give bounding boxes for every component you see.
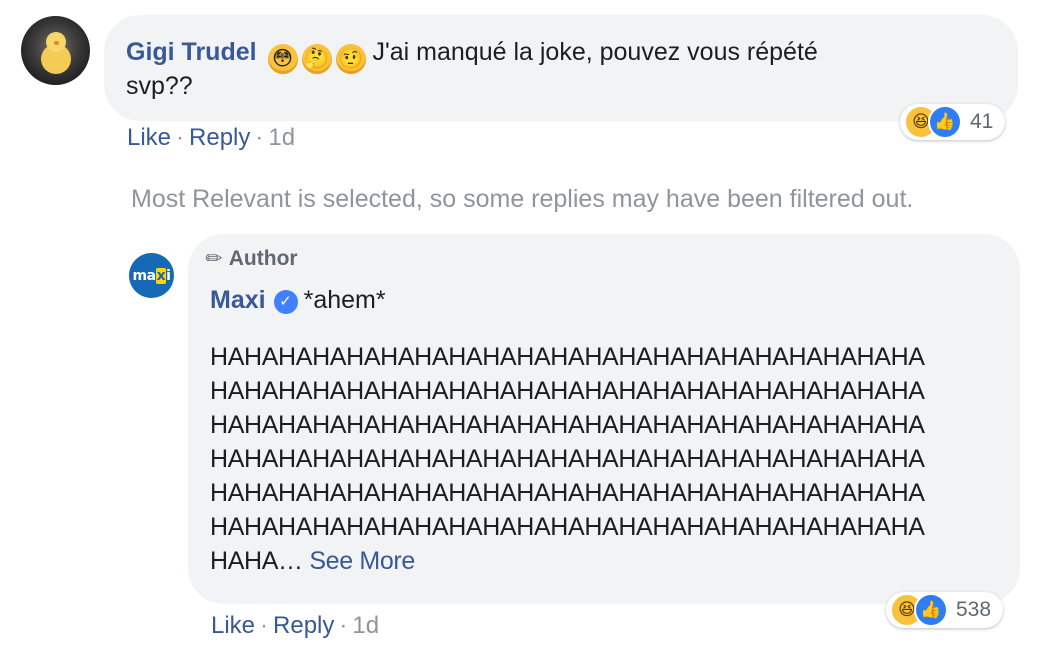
reply-timestamp[interactable]: 1d xyxy=(352,612,379,639)
reaction-count: 41 xyxy=(970,110,994,133)
author-badge-label: Author xyxy=(228,247,298,270)
reaction-count: 538 xyxy=(956,598,992,621)
thinking-face-icon: 🤔 xyxy=(301,44,332,74)
reply-actions: Like · Reply · 1d xyxy=(211,612,379,640)
separator-dot: · xyxy=(176,124,185,151)
comment-timestamp[interactable]: 1d xyxy=(268,124,295,151)
commenter-name[interactable]: Gigi Trudel xyxy=(126,38,257,66)
comment-actions: Like · Reply · 1d xyxy=(127,124,295,152)
reply-body-line: HAHAHAHAHAHAHAHAHAHAHAHAHAHAHAHAHAHAHAHA… xyxy=(210,445,925,473)
filter-notice: Most Relevant is selected, so some repli… xyxy=(131,185,914,213)
comment-text-continued: svp?? xyxy=(126,72,193,100)
like-icon: 👍 xyxy=(928,105,962,139)
like-link[interactable]: Like xyxy=(127,124,171,151)
see-more-link[interactable]: See More xyxy=(309,547,415,575)
reply-body-line: HAHAHAHAHAHAHAHAHAHAHAHAHAHAHAHAHAHAHAHA… xyxy=(210,513,925,541)
reply-header: Maxi ✓ *ahem* xyxy=(210,286,386,315)
reply-body-line: HAHAHAHAHAHAHAHAHAHAHAHAHAHAHAHAHAHAHAHA… xyxy=(210,479,925,507)
page-avatar[interactable]: maxi xyxy=(129,253,174,298)
chick-beak xyxy=(54,41,59,45)
separator-dot: · xyxy=(339,612,348,639)
reply-header-text: *ahem* xyxy=(303,286,386,314)
reply-body-truncated: HAHA… xyxy=(210,547,303,575)
verified-badge-icon: ✓ xyxy=(273,290,298,314)
reply-reactions[interactable]: 😆 👍 538 xyxy=(886,592,1004,628)
comment-bubble: Gigi Trudel 😳 🤔 🤨 J'ai manqué la joke, pou… xyxy=(104,15,1018,121)
maxi-logo: maxi xyxy=(132,267,171,284)
comment-first-line: Gigi Trudel 😳 🤔 🤨 J'ai manqué la joke, pou… xyxy=(126,36,818,74)
comment-reactions[interactable]: 😆 👍 41 xyxy=(900,104,1006,140)
reply-body-last-line: HAHA… See More xyxy=(210,544,925,578)
author-badge: ✎Author xyxy=(201,245,298,272)
reply-body-line: HAHAHAHAHAHAHAHAHAHAHAHAHAHAHAHAHAHAHAHA… xyxy=(210,343,925,371)
separator-dot: · xyxy=(260,612,269,639)
reply-bubble: ✎Author Maxi ✓ *ahem* HAHAHAHAHAHAHAHAHAHA… xyxy=(188,234,1020,604)
pencil-icon: ✎ xyxy=(201,245,229,273)
reply-body-line: HAHAHAHAHAHAHAHAHAHAHAHAHAHAHAHAHAHAHAHA… xyxy=(210,411,925,439)
separator-dot: · xyxy=(255,124,264,151)
comment-text: J'ai manqué la joke, pouvez vous répété xyxy=(372,38,818,66)
reply-body-line: HAHAHAHAHAHAHAHAHAHAHAHAHAHAHAHAHAHAHAHA… xyxy=(210,377,925,405)
like-link[interactable]: Like xyxy=(211,612,255,639)
reply-link[interactable]: Reply xyxy=(189,124,250,151)
reply-link[interactable]: Reply xyxy=(273,612,334,639)
raised-eyebrow-face-icon: 🤨 xyxy=(335,44,366,74)
flushed-face-icon: 😳 xyxy=(267,44,298,74)
reply-author-name[interactable]: Maxi xyxy=(210,286,266,314)
like-icon: 👍 xyxy=(914,593,948,627)
commenter-avatar[interactable] xyxy=(21,16,90,85)
reply-body: HAHAHAHAHAHAHAHAHAHAHAHAHAHAHAHAHAHAHAHA… xyxy=(210,340,925,578)
